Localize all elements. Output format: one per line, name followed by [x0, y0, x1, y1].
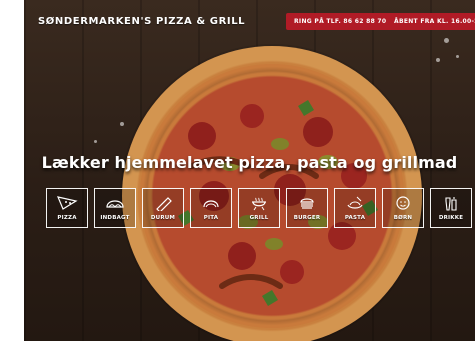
category-born[interactable]: BØRN — [382, 188, 424, 228]
hero-headline: Lækker hjemmelavet pizza, pasta og grill… — [41, 153, 458, 172]
category-label: DRIKKE — [438, 215, 464, 221]
kids-face-icon — [383, 193, 423, 213]
calzone-icon — [95, 193, 135, 213]
pita-icon — [191, 193, 231, 213]
category-drikke[interactable]: DRIKKE — [430, 188, 472, 228]
category-label: GRILL — [249, 215, 269, 221]
opening-hours-badge: ÅBENT FRA KL. 16.00-22.00 — [386, 13, 475, 30]
category-label: BURGER — [293, 215, 321, 221]
category-label: DURUM — [150, 215, 176, 221]
category-label: PIZZA — [57, 215, 77, 221]
category-burger[interactable]: BURGER — [286, 188, 328, 228]
pizza-slice-icon — [47, 193, 87, 213]
category-pasta[interactable]: PASTA — [334, 188, 376, 228]
category-label: BØRN — [393, 215, 413, 221]
category-indbagt[interactable]: INDBAGT — [94, 188, 136, 228]
top-bar: SØNDERMARKEN'S PIZZA & GRILL RING PÅ TLF… — [24, 0, 475, 40]
category-pita[interactable]: PITA — [190, 188, 232, 228]
category-durum[interactable]: DURUM — [142, 188, 184, 228]
category-label: INDBAGT — [100, 215, 130, 221]
flour-dust — [436, 58, 440, 62]
burger-icon — [287, 193, 327, 213]
category-pizza[interactable]: PIZZA — [46, 188, 88, 228]
category-grill[interactable]: GRILL — [238, 188, 280, 228]
flour-dust — [94, 140, 97, 143]
flour-dust — [456, 55, 459, 58]
hero-background: SØNDERMARKEN'S PIZZA & GRILL RING PÅ TLF… — [24, 0, 475, 341]
category-label: PITA — [203, 215, 219, 221]
drinks-icon — [431, 193, 471, 213]
pasta-icon — [335, 193, 375, 213]
category-bar: PIZZA INDBAGT DURUM PITA GRILL BURGER PA… — [46, 188, 475, 236]
wrap-icon — [143, 193, 183, 213]
category-label: PASTA — [344, 215, 366, 221]
grill-icon — [239, 193, 279, 213]
call-phone-button[interactable]: RING PÅ TLF. 86 62 88 70 — [286, 13, 395, 30]
site-logo[interactable]: SØNDERMARKEN'S PIZZA & GRILL — [38, 16, 245, 27]
